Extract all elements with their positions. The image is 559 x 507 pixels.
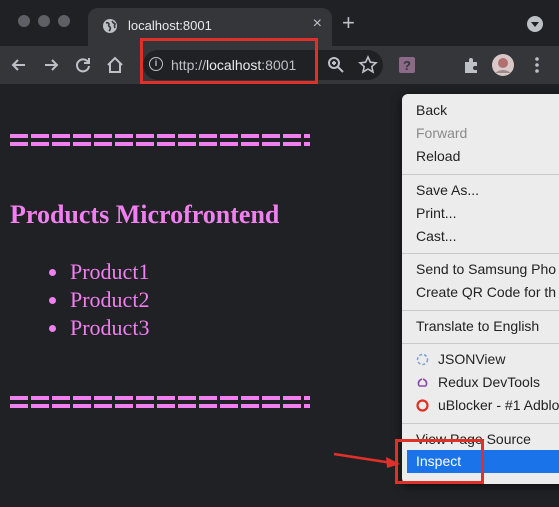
bookmark-star-icon[interactable] bbox=[357, 54, 379, 76]
close-window-button[interactable] bbox=[18, 15, 30, 27]
menu-item-save-as[interactable]: Save As... bbox=[416, 182, 479, 198]
extension-help-icon[interactable]: ? bbox=[396, 54, 418, 76]
back-arrow-icon[interactable] bbox=[8, 54, 30, 76]
menu-separator bbox=[402, 310, 559, 311]
new-tab-button[interactable]: + bbox=[342, 12, 355, 34]
zoom-icon[interactable] bbox=[325, 54, 347, 76]
avatar[interactable] bbox=[491, 53, 515, 77]
menu-item-ublocker[interactable]: uBlocker - #1 Adblo bbox=[438, 397, 559, 413]
minimize-window-button[interactable] bbox=[38, 15, 50, 27]
redux-devtools-icon bbox=[417, 378, 428, 387]
tab-search-icon[interactable] bbox=[527, 16, 543, 32]
list-item: Product2 bbox=[46, 286, 149, 314]
menu-item-translate[interactable]: Translate to English bbox=[416, 318, 539, 334]
maximize-window-button[interactable] bbox=[58, 15, 70, 27]
inspect-annotation-box bbox=[395, 439, 484, 484]
menu-item-jsonview[interactable]: JSONView bbox=[438, 351, 505, 367]
svg-text:?: ? bbox=[403, 58, 411, 73]
menu-item-back[interactable]: Back bbox=[416, 102, 447, 118]
list-item: Product3 bbox=[46, 314, 149, 342]
top-separator bbox=[10, 134, 310, 148]
jsonview-icon bbox=[416, 353, 429, 366]
menu-item-send-to-samsung[interactable]: Send to Samsung Pho bbox=[416, 261, 556, 277]
page-title: Products Microfrontend bbox=[10, 200, 280, 229]
home-icon[interactable] bbox=[104, 54, 126, 76]
more-menu-icon[interactable] bbox=[526, 54, 548, 76]
context-menu: Back Forward Reload Save As... Print... … bbox=[402, 94, 559, 484]
ublocker-icon bbox=[416, 399, 429, 412]
menu-separator bbox=[402, 174, 559, 175]
menu-item-cast[interactable]: Cast... bbox=[416, 228, 456, 244]
menu-item-forward: Forward bbox=[416, 125, 468, 141]
menu-item-redux-devtools[interactable]: Redux DevTools bbox=[438, 374, 540, 390]
product-list: Product1 Product2 Product3 bbox=[46, 258, 149, 342]
globe-icon bbox=[103, 19, 117, 33]
tab-title: localhost:8001 bbox=[128, 18, 212, 33]
menu-item-create-qr[interactable]: Create QR Code for th bbox=[416, 284, 556, 300]
menu-item-reload[interactable]: Reload bbox=[416, 148, 460, 164]
tab-close-icon[interactable]: × bbox=[313, 15, 322, 33]
menu-separator bbox=[402, 253, 559, 254]
bottom-separator bbox=[10, 396, 310, 410]
menu-separator bbox=[402, 423, 559, 424]
forward-arrow-icon[interactable] bbox=[40, 54, 62, 76]
reload-icon[interactable] bbox=[72, 54, 94, 76]
extensions-puzzle-icon[interactable] bbox=[460, 54, 482, 76]
menu-item-print[interactable]: Print... bbox=[416, 205, 456, 221]
menu-separator bbox=[402, 343, 559, 344]
url-annotation-box bbox=[140, 38, 318, 84]
list-item: Product1 bbox=[46, 258, 149, 286]
